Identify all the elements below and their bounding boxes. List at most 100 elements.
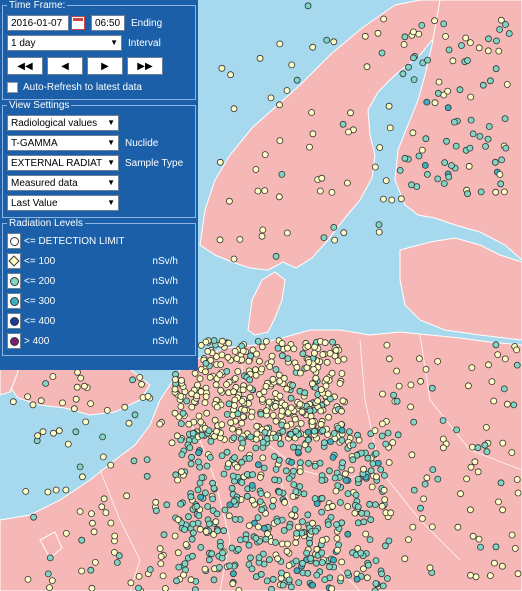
station-marker[interactable] [246,376,254,384]
station-marker[interactable] [340,355,348,363]
station-marker[interactable] [249,471,257,479]
station-marker[interactable] [216,542,224,550]
station-marker[interactable] [256,498,264,506]
station-marker[interactable] [218,351,226,359]
station-marker[interactable] [423,474,431,482]
station-marker[interactable] [131,411,139,419]
station-marker[interactable] [243,492,251,500]
station-marker[interactable] [267,94,275,102]
station-marker[interactable] [209,495,217,503]
station-marker[interactable] [314,397,322,405]
station-marker[interactable] [178,451,186,459]
station-marker[interactable] [497,16,505,24]
station-marker[interactable] [434,357,442,365]
station-marker[interactable] [428,384,436,392]
station-marker[interactable] [157,560,165,567]
station-marker[interactable] [494,351,502,359]
station-marker[interactable] [418,21,426,29]
station-marker[interactable] [254,523,262,531]
station-marker[interactable] [193,502,201,510]
station-marker[interactable] [171,385,179,393]
station-marker[interactable] [508,531,516,539]
station-marker[interactable] [171,409,179,417]
station-marker[interactable] [514,489,522,497]
station-marker[interactable] [484,47,492,55]
station-marker[interactable] [135,573,143,580]
station-marker[interactable] [220,470,228,478]
station-marker[interactable] [496,171,504,178]
station-marker[interactable] [197,544,205,551]
station-marker[interactable] [281,498,289,506]
station-marker[interactable] [311,462,319,470]
station-marker[interactable] [274,555,282,563]
station-marker[interactable] [299,559,306,567]
station-marker[interactable] [287,430,295,438]
station-marker[interactable] [452,142,460,150]
station-marker[interactable] [76,463,84,471]
station-marker[interactable] [345,428,353,436]
station-marker[interactable] [325,413,333,421]
station-marker[interactable] [276,40,284,48]
station-marker[interactable] [266,363,274,371]
station-marker[interactable] [339,120,347,128]
station-marker[interactable] [174,476,182,484]
station-marker[interactable] [325,563,333,571]
station-marker[interactable] [24,393,32,401]
station-marker[interactable] [245,541,253,549]
station-marker[interactable] [301,441,309,449]
station-marker[interactable] [259,226,267,234]
station-marker[interactable] [234,410,242,418]
station-marker[interactable] [278,170,286,178]
station-marker[interactable] [296,483,304,490]
station-marker[interactable] [81,382,88,390]
station-marker[interactable] [292,488,300,495]
station-marker[interactable] [450,118,458,126]
station-marker[interactable] [234,545,242,553]
station-marker[interactable] [189,529,197,537]
station-marker[interactable] [29,401,37,409]
station-marker[interactable] [248,496,256,504]
station-marker[interactable] [386,124,394,132]
station-marker[interactable] [111,532,119,540]
station-marker[interactable] [295,579,303,586]
station-marker[interactable] [215,564,223,571]
station-marker[interactable] [156,545,164,552]
station-marker[interactable] [230,402,238,409]
station-marker[interactable] [127,579,135,587]
station-marker[interactable] [55,427,63,435]
station-marker[interactable] [246,393,254,401]
station-marker[interactable] [9,398,17,406]
station-marker[interactable] [409,54,417,62]
station-marker[interactable] [44,488,52,496]
station-marker[interactable] [258,232,266,240]
station-marker[interactable] [263,491,271,499]
station-marker[interactable] [477,543,484,551]
station-marker[interactable] [367,516,375,524]
station-marker[interactable] [213,403,221,411]
station-marker[interactable] [371,163,379,171]
time-input[interactable]: 06:50 [91,15,125,31]
station-marker[interactable] [88,510,95,517]
station-marker[interactable] [380,15,388,23]
station-marker[interactable] [499,506,507,514]
station-marker[interactable] [73,383,81,391]
station-marker[interactable] [196,375,204,383]
station-marker[interactable] [383,341,391,349]
station-marker[interactable] [283,87,291,94]
station-marker[interactable] [261,428,269,436]
station-marker[interactable] [210,484,218,492]
station-marker[interactable] [242,535,250,543]
station-marker[interactable] [318,508,326,516]
station-marker[interactable] [201,489,209,497]
station-marker[interactable] [238,458,246,466]
station-marker[interactable] [257,490,265,497]
station-marker[interactable] [321,339,329,347]
station-marker[interactable] [203,409,211,417]
station-marker[interactable] [339,397,347,405]
station-marker[interactable] [77,374,85,382]
station-marker[interactable] [198,474,206,482]
station-marker[interactable] [304,511,312,519]
station-marker[interactable] [50,429,57,437]
station-marker[interactable] [223,381,230,388]
station-marker[interactable] [415,152,423,160]
